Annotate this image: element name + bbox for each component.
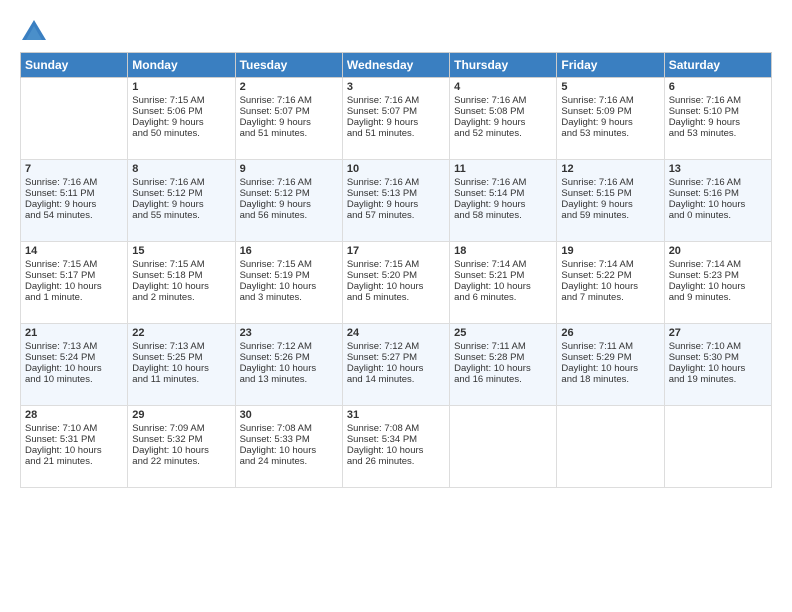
col-header-wednesday: Wednesday <box>342 53 449 78</box>
day-number: 8 <box>132 163 230 175</box>
calendar-cell: 25Sunrise: 7:11 AMSunset: 5:28 PMDayligh… <box>450 324 557 406</box>
calendar-cell: 3Sunrise: 7:16 AMSunset: 5:07 PMDaylight… <box>342 78 449 160</box>
day-number: 15 <box>132 245 230 257</box>
calendar-cell: 1Sunrise: 7:15 AMSunset: 5:06 PMDaylight… <box>128 78 235 160</box>
day-number: 25 <box>454 327 552 339</box>
day-number: 11 <box>454 163 552 175</box>
day-number: 26 <box>561 327 659 339</box>
logo-icon <box>20 18 48 46</box>
calendar-cell: 11Sunrise: 7:16 AMSunset: 5:14 PMDayligh… <box>450 160 557 242</box>
col-header-monday: Monday <box>128 53 235 78</box>
calendar-cell: 10Sunrise: 7:16 AMSunset: 5:13 PMDayligh… <box>342 160 449 242</box>
week-row-1: 7Sunrise: 7:16 AMSunset: 5:11 PMDaylight… <box>21 160 772 242</box>
calendar-cell: 29Sunrise: 7:09 AMSunset: 5:32 PMDayligh… <box>128 406 235 488</box>
col-header-friday: Friday <box>557 53 664 78</box>
calendar-cell: 20Sunrise: 7:14 AMSunset: 5:23 PMDayligh… <box>664 242 771 324</box>
calendar-cell: 8Sunrise: 7:16 AMSunset: 5:12 PMDaylight… <box>128 160 235 242</box>
calendar-cell: 6Sunrise: 7:16 AMSunset: 5:10 PMDaylight… <box>664 78 771 160</box>
header <box>20 18 772 46</box>
logo <box>20 18 52 46</box>
calendar-table: SundayMondayTuesdayWednesdayThursdayFrid… <box>20 52 772 488</box>
col-header-saturday: Saturday <box>664 53 771 78</box>
calendar-cell: 15Sunrise: 7:15 AMSunset: 5:18 PMDayligh… <box>128 242 235 324</box>
day-number: 4 <box>454 81 552 93</box>
day-number: 5 <box>561 81 659 93</box>
day-number: 1 <box>132 81 230 93</box>
calendar-cell: 21Sunrise: 7:13 AMSunset: 5:24 PMDayligh… <box>21 324 128 406</box>
calendar-cell: 24Sunrise: 7:12 AMSunset: 5:27 PMDayligh… <box>342 324 449 406</box>
calendar-cell: 16Sunrise: 7:15 AMSunset: 5:19 PMDayligh… <box>235 242 342 324</box>
calendar-cell <box>450 406 557 488</box>
calendar-cell: 12Sunrise: 7:16 AMSunset: 5:15 PMDayligh… <box>557 160 664 242</box>
calendar-cell: 17Sunrise: 7:15 AMSunset: 5:20 PMDayligh… <box>342 242 449 324</box>
day-number: 28 <box>25 409 123 421</box>
calendar-cell <box>21 78 128 160</box>
day-number: 24 <box>347 327 445 339</box>
calendar-cell: 2Sunrise: 7:16 AMSunset: 5:07 PMDaylight… <box>235 78 342 160</box>
day-number: 13 <box>669 163 767 175</box>
day-number: 30 <box>240 409 338 421</box>
week-row-3: 21Sunrise: 7:13 AMSunset: 5:24 PMDayligh… <box>21 324 772 406</box>
calendar-cell <box>557 406 664 488</box>
day-number: 21 <box>25 327 123 339</box>
week-row-2: 14Sunrise: 7:15 AMSunset: 5:17 PMDayligh… <box>21 242 772 324</box>
week-row-0: 1Sunrise: 7:15 AMSunset: 5:06 PMDaylight… <box>21 78 772 160</box>
calendar-cell: 30Sunrise: 7:08 AMSunset: 5:33 PMDayligh… <box>235 406 342 488</box>
day-number: 16 <box>240 245 338 257</box>
calendar-cell: 22Sunrise: 7:13 AMSunset: 5:25 PMDayligh… <box>128 324 235 406</box>
day-number: 9 <box>240 163 338 175</box>
day-number: 10 <box>347 163 445 175</box>
calendar-cell <box>664 406 771 488</box>
calendar-cell: 27Sunrise: 7:10 AMSunset: 5:30 PMDayligh… <box>664 324 771 406</box>
calendar-cell: 13Sunrise: 7:16 AMSunset: 5:16 PMDayligh… <box>664 160 771 242</box>
calendar-cell: 14Sunrise: 7:15 AMSunset: 5:17 PMDayligh… <box>21 242 128 324</box>
calendar-cell: 9Sunrise: 7:16 AMSunset: 5:12 PMDaylight… <box>235 160 342 242</box>
day-number: 22 <box>132 327 230 339</box>
calendar-cell: 28Sunrise: 7:10 AMSunset: 5:31 PMDayligh… <box>21 406 128 488</box>
day-number: 23 <box>240 327 338 339</box>
calendar-cell: 18Sunrise: 7:14 AMSunset: 5:21 PMDayligh… <box>450 242 557 324</box>
calendar-cell: 5Sunrise: 7:16 AMSunset: 5:09 PMDaylight… <box>557 78 664 160</box>
calendar-cell: 19Sunrise: 7:14 AMSunset: 5:22 PMDayligh… <box>557 242 664 324</box>
day-number: 18 <box>454 245 552 257</box>
day-number: 12 <box>561 163 659 175</box>
day-number: 6 <box>669 81 767 93</box>
day-number: 3 <box>347 81 445 93</box>
calendar-cell: 31Sunrise: 7:08 AMSunset: 5:34 PMDayligh… <box>342 406 449 488</box>
day-number: 14 <box>25 245 123 257</box>
day-number: 27 <box>669 327 767 339</box>
day-number: 2 <box>240 81 338 93</box>
day-number: 7 <box>25 163 123 175</box>
col-header-sunday: Sunday <box>21 53 128 78</box>
calendar-cell: 7Sunrise: 7:16 AMSunset: 5:11 PMDaylight… <box>21 160 128 242</box>
calendar-cell: 4Sunrise: 7:16 AMSunset: 5:08 PMDaylight… <box>450 78 557 160</box>
day-number: 29 <box>132 409 230 421</box>
calendar-cell: 23Sunrise: 7:12 AMSunset: 5:26 PMDayligh… <box>235 324 342 406</box>
page-container: SundayMondayTuesdayWednesdayThursdayFrid… <box>0 0 792 498</box>
day-number: 19 <box>561 245 659 257</box>
header-row: SundayMondayTuesdayWednesdayThursdayFrid… <box>21 53 772 78</box>
day-number: 31 <box>347 409 445 421</box>
col-header-thursday: Thursday <box>450 53 557 78</box>
day-number: 17 <box>347 245 445 257</box>
col-header-tuesday: Tuesday <box>235 53 342 78</box>
calendar-cell: 26Sunrise: 7:11 AMSunset: 5:29 PMDayligh… <box>557 324 664 406</box>
day-number: 20 <box>669 245 767 257</box>
week-row-4: 28Sunrise: 7:10 AMSunset: 5:31 PMDayligh… <box>21 406 772 488</box>
